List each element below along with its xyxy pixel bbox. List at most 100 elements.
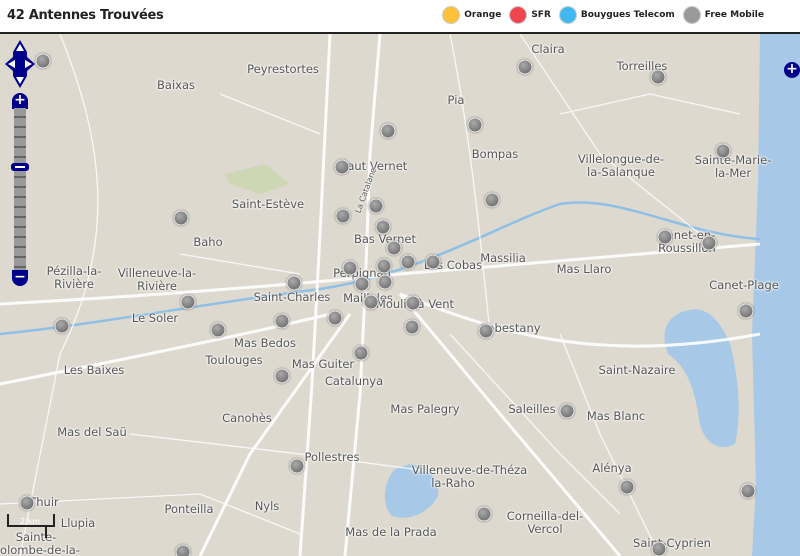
antenna-marker-free-mobile[interactable] <box>517 59 533 75</box>
zoom-slider[interactable] <box>11 163 29 171</box>
place-label: Peyrestortes <box>247 62 319 76</box>
antenna-marker-free-mobile[interactable] <box>334 159 350 175</box>
place-label: Canet-en-Roussillon <box>658 228 716 255</box>
place-label: Saint-Cyprien <box>633 536 711 550</box>
antenna-marker-free-mobile[interactable] <box>400 254 416 270</box>
place-label: Saint-Charles <box>253 290 331 304</box>
antenna-marker-free-mobile[interactable] <box>342 260 358 276</box>
zoom-in-button[interactable]: + <box>12 93 28 109</box>
antenna-marker-free-mobile[interactable] <box>651 541 667 556</box>
antenna-marker-free-mobile[interactable] <box>467 117 483 133</box>
place-label: Massilia <box>480 251 526 265</box>
antenna-marker-free-mobile[interactable] <box>476 506 492 522</box>
antenna-marker-free-mobile[interactable] <box>19 495 35 511</box>
place-label: Saint-Nazaire <box>598 363 676 377</box>
place-label: Mas Bedos <box>234 336 296 350</box>
zoom-out-button[interactable]: − <box>12 270 28 286</box>
place-label: Nyls <box>254 499 280 513</box>
legend: Orange SFR Bouygues Telecom Free Mobile <box>438 6 764 24</box>
antenna-marker-free-mobile[interactable] <box>619 479 635 495</box>
zoom-track[interactable] <box>14 108 26 272</box>
antenna-marker-free-mobile[interactable] <box>405 295 421 311</box>
place-label: Villeneuve-de-la-Raho <box>411 463 495 490</box>
place-label: Alénya <box>592 461 632 475</box>
place-label: Baho <box>193 235 223 249</box>
place-label: Les Baixes <box>63 363 125 377</box>
place-label: Mas del Saü <box>57 425 127 439</box>
antenna-marker-free-mobile[interactable] <box>377 274 393 290</box>
place-label: Mas Blanc <box>586 409 646 423</box>
place-label: Canohès <box>222 411 272 425</box>
antenna-marker-free-mobile[interactable] <box>35 53 51 69</box>
place-label: Baixas <box>157 78 195 92</box>
antenna-marker-free-mobile[interactable] <box>650 69 666 85</box>
antenna-marker-free-mobile[interactable] <box>375 219 391 235</box>
antenna-marker-free-mobile[interactable] <box>274 368 290 384</box>
legend-label: Orange <box>464 10 502 20</box>
antenna-marker-free-mobile[interactable] <box>386 240 402 256</box>
layer-switcher-button[interactable]: + <box>784 62 800 78</box>
antenna-marker-free-mobile[interactable] <box>404 319 420 335</box>
legend-dot-2 <box>558 6 577 24</box>
legend-dot-0 <box>442 6 461 24</box>
place-label: Canet-Plage <box>709 278 779 292</box>
antenna-marker-free-mobile[interactable] <box>327 310 343 326</box>
antenna-marker-free-mobile[interactable] <box>354 276 370 292</box>
antenna-marker-free-mobile[interactable] <box>657 229 673 245</box>
place-label: Villelongue-de-la-Salanque <box>577 152 665 179</box>
place-label: Catalunya <box>324 374 384 388</box>
antenna-marker-free-mobile[interactable] <box>363 294 379 310</box>
place-label: Ponteilla <box>164 502 214 516</box>
antenna-marker-free-mobile[interactable] <box>368 198 384 214</box>
scale-label: 2 km <box>20 517 41 526</box>
place-label: Villeneuve-la-Rivière <box>117 266 197 293</box>
antenna-marker-free-mobile[interactable] <box>740 483 756 499</box>
place-label: Toulouges <box>205 353 263 367</box>
antenna-marker-free-mobile[interactable] <box>175 544 191 556</box>
legend-dot-1 <box>509 6 528 24</box>
antenna-marker-free-mobile[interactable] <box>335 208 351 224</box>
header: 42 Antennes Trouvées Orange SFR Bouygues T… <box>0 0 800 34</box>
antenna-marker-free-mobile[interactable] <box>173 210 189 226</box>
antenna-marker-free-mobile[interactable] <box>425 254 441 270</box>
place-label: Mas de la Prada <box>345 525 437 539</box>
place-label: Pollestres <box>304 450 360 464</box>
antenna-marker-free-mobile[interactable] <box>289 458 305 474</box>
antenna-marker-free-mobile[interactable] <box>54 318 70 334</box>
antenna-marker-free-mobile[interactable] <box>715 143 731 159</box>
map[interactable]: Claira Peyrestortes Baixas Torreilles Pia Bom… <box>0 34 800 556</box>
place-label: Claira <box>531 42 565 56</box>
pan-control[interactable] <box>5 40 35 88</box>
legend-label: SFR <box>531 10 551 20</box>
antenna-marker-free-mobile[interactable] <box>274 313 290 329</box>
place-label: Le Soler <box>131 311 179 325</box>
place-label: Bompas <box>471 147 519 161</box>
page-title: 42 Antennes Trouvées <box>7 8 164 23</box>
map-background <box>0 34 800 556</box>
antenna-marker-free-mobile[interactable] <box>701 235 717 251</box>
antenna-marker-free-mobile[interactable] <box>286 275 302 291</box>
antenna-marker-free-mobile[interactable] <box>484 192 500 208</box>
place-label: Mas Palegry <box>390 402 460 416</box>
antenna-marker-free-mobile[interactable] <box>380 123 396 139</box>
place-label: Mas Guiter <box>291 357 355 371</box>
place-label: Llupia <box>60 516 96 530</box>
place-label: Pézilla-la-Rivière <box>46 264 102 291</box>
place-label: Pia <box>447 93 465 107</box>
place-label: Saleilles <box>508 402 556 416</box>
legend-dot-3 <box>682 6 701 24</box>
legend-label: Bouygues Telecom <box>580 10 675 20</box>
antenna-marker-free-mobile[interactable] <box>353 345 369 361</box>
place-label: Bas Vernet <box>353 232 417 246</box>
antenna-marker-free-mobile[interactable] <box>559 403 575 419</box>
place-label: Sainte-Marie-la-Mer <box>694 153 772 180</box>
place-label: Théza <box>492 463 528 477</box>
zoom-bar: + − <box>11 93 29 286</box>
place-label: Corneilla-del-Vercol <box>506 509 584 536</box>
antenna-marker-free-mobile[interactable] <box>210 322 226 338</box>
antenna-marker-free-mobile[interactable] <box>180 294 196 310</box>
antenna-marker-free-mobile[interactable] <box>738 303 754 319</box>
antenna-marker-free-mobile[interactable] <box>376 258 392 274</box>
legend-label: Free Mobile <box>704 10 764 20</box>
antenna-marker-free-mobile[interactable] <box>478 323 494 339</box>
